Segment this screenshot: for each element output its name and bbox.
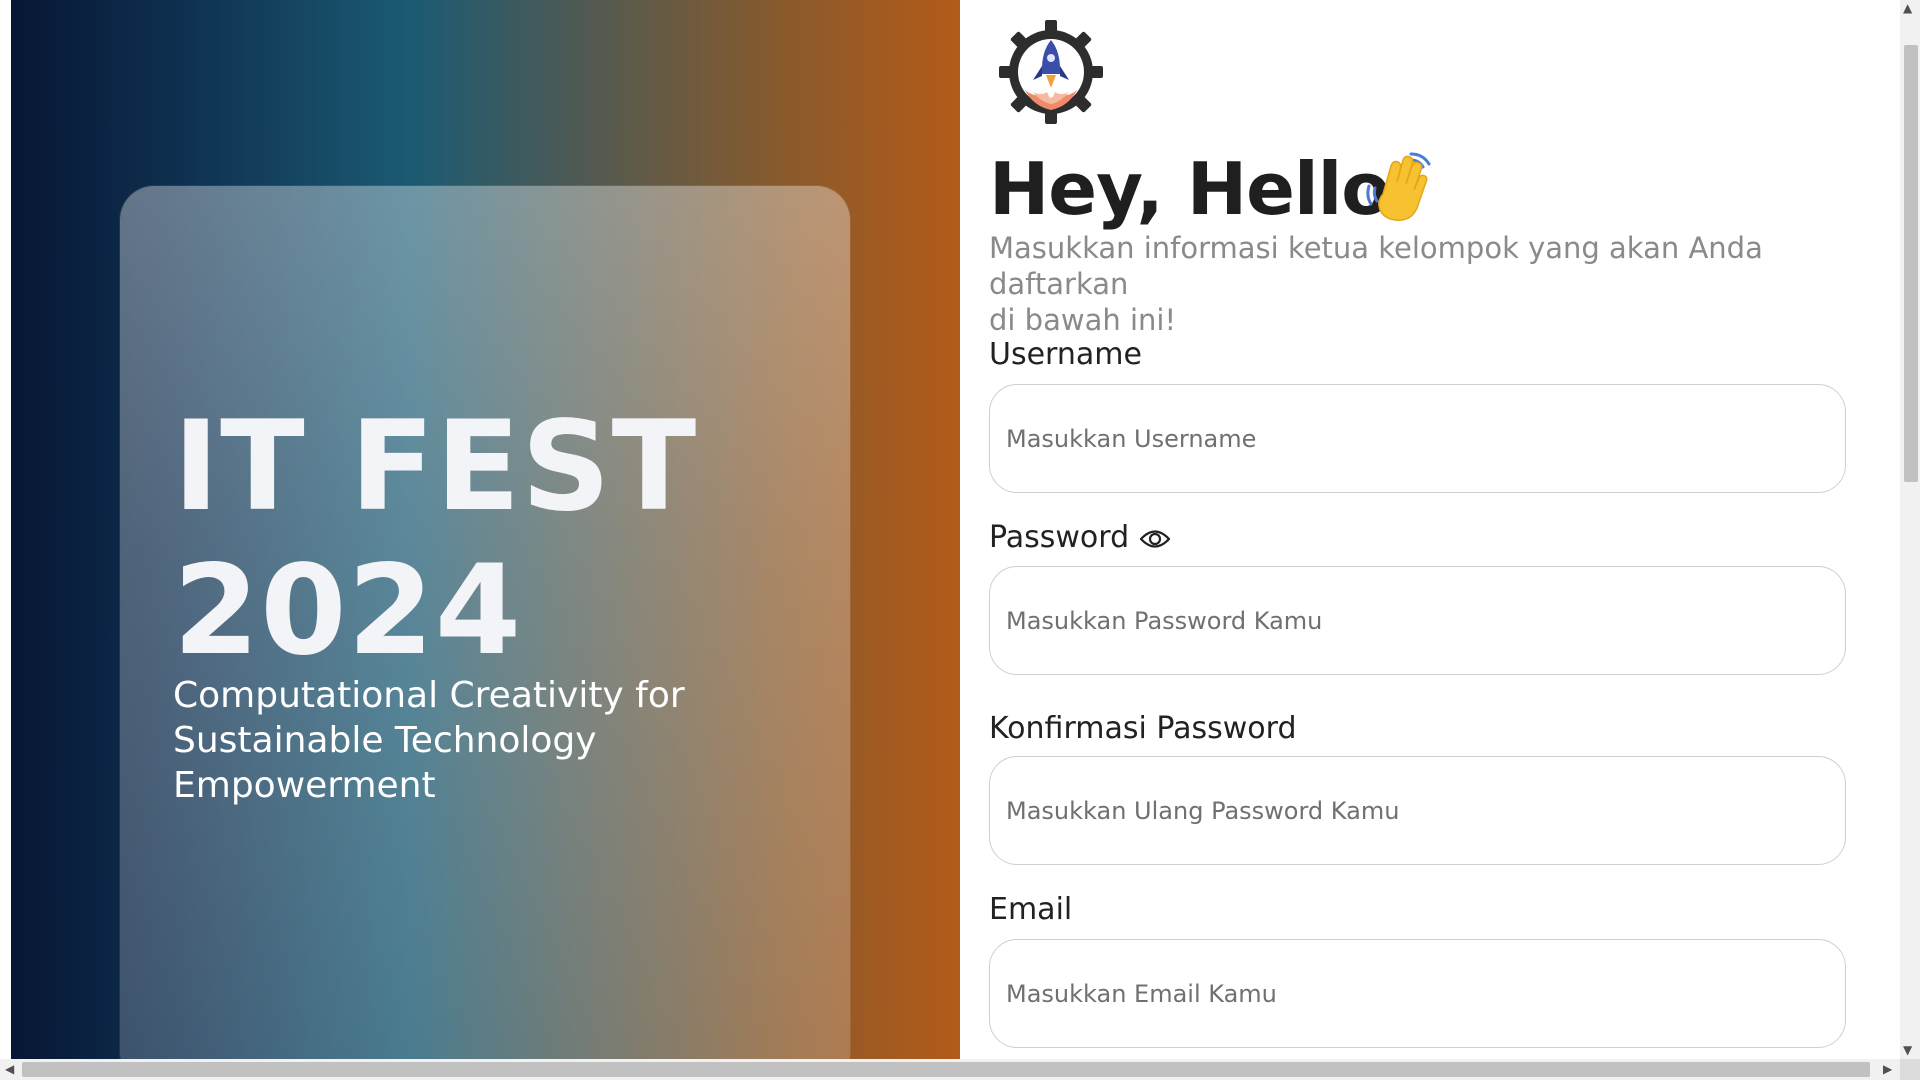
username-label: Username: [989, 337, 1142, 372]
scroll-down-icon[interactable]: ▼: [1903, 1043, 1912, 1057]
event-title-line2: 2024: [173, 539, 523, 683]
scroll-left-icon[interactable]: ◀: [5, 1062, 14, 1076]
intro-line-2: di bawah ini!: [989, 303, 1177, 337]
email-input[interactable]: [990, 940, 1845, 1047]
rocket-gear-logo: [997, 18, 1105, 126]
event-theme: Computational Creativity for Sustainable…: [173, 675, 685, 806]
vertical-scrollbar[interactable]: ▲ ▼: [1900, 0, 1920, 1059]
waving-hand-icon: [1361, 148, 1439, 226]
confirm-password-field[interactable]: [989, 756, 1846, 865]
confirm-password-input[interactable]: [990, 757, 1845, 864]
registration-form: Hey, Hello Masukkan informasi ketua kelo…: [960, 0, 1900, 1059]
vertical-scroll-thumb[interactable]: [1904, 45, 1918, 482]
password-label: Password: [989, 520, 1130, 555]
confirm-password-label: Konfirmasi Password: [989, 711, 1297, 746]
horizontal-scroll-thumb[interactable]: [22, 1062, 1870, 1077]
left-edge: [0, 0, 11, 1080]
intro-text: Masukkan informasi ketua kelompok yang a…: [989, 230, 1789, 338]
event-title-line1: IT FEST: [173, 395, 698, 539]
scroll-up-icon[interactable]: ▲: [1903, 1, 1912, 15]
event-title: IT FEST 2024: [173, 395, 773, 683]
email-label: Email: [989, 892, 1073, 927]
username-field[interactable]: [989, 384, 1846, 493]
hero-panel: IT FEST 2024 Computational Creativity fo…: [11, 0, 960, 1059]
scroll-right-icon[interactable]: ▶: [1883, 1062, 1892, 1076]
eye-icon[interactable]: [1139, 528, 1171, 550]
horizontal-scrollbar[interactable]: ◀ ▶: [0, 1059, 1900, 1080]
username-input[interactable]: [990, 385, 1845, 492]
intro-line-1: Masukkan informasi ketua kelompok yang a…: [989, 231, 1763, 301]
password-input[interactable]: [990, 567, 1845, 674]
greeting-heading: Hey, Hello: [989, 147, 1391, 231]
scrollbar-corner: [1900, 1059, 1920, 1080]
email-field[interactable]: [989, 939, 1846, 1048]
password-field[interactable]: [989, 566, 1846, 675]
